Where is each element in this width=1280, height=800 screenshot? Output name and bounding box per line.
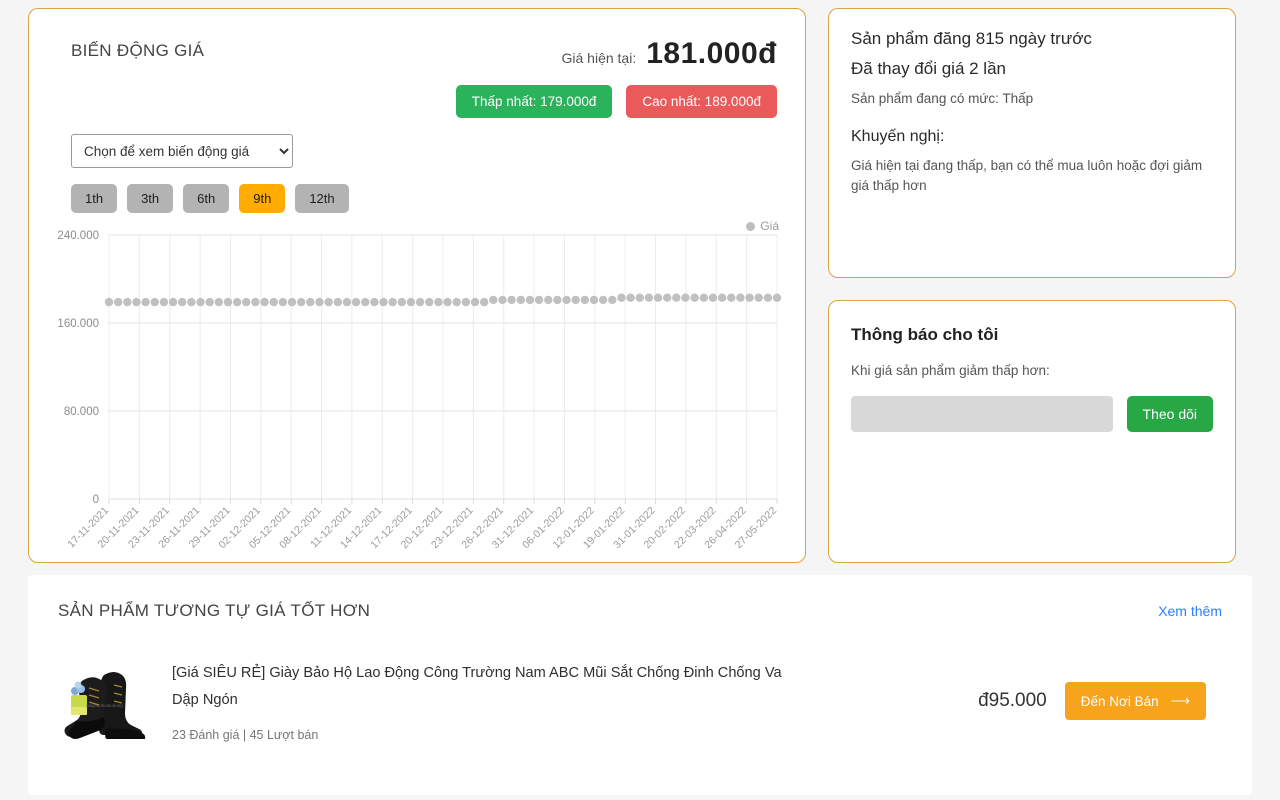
similar-products-header: SẢN PHẨM TƯƠNG TỰ GIÁ TỐT HƠN Xem thêm: [58, 601, 1222, 621]
notify-form-row: Theo dõi: [851, 396, 1213, 432]
similar-products-card: SẢN PHẨM TƯƠNG TỰ GIÁ TỐT HƠN Xem thêm g…: [28, 575, 1252, 795]
svg-text:0: 0: [93, 494, 99, 506]
posted-days-text: Sản phẩm đăng 815 ngày trước: [851, 29, 1092, 48]
svg-text:80.000: 80.000: [64, 406, 99, 418]
svg-text:160.000: 160.000: [57, 318, 99, 330]
notify-title: Thông báo cho tôi: [851, 325, 999, 344]
price-variation-select[interactable]: Chọn để xem biến động giá: [71, 134, 293, 168]
notify-card: Thông báo cho tôi Khi giá sản phẩm giảm …: [828, 300, 1236, 563]
range-pill-1th[interactable]: 1th: [71, 184, 118, 213]
page-title: BIẾN ĐỘNG GIÁ: [71, 41, 205, 60]
product-title[interactable]: [Giá SIÊU RẺ] Giày Bảo Hộ Lao Động Công …: [172, 660, 812, 714]
range-pill-12th[interactable]: 12th: [295, 184, 349, 213]
product-price: đ95.000: [978, 690, 1047, 711]
see-more-link[interactable]: Xem thêm: [1158, 603, 1222, 619]
notify-price-input[interactable]: [851, 396, 1113, 432]
lowest-price-badge: Thấp nhất: 179.000đ: [455, 85, 613, 118]
range-pill-3th[interactable]: 3th: [127, 184, 174, 213]
go-to-store-button[interactable]: Đến Nơi Bán ⟶: [1064, 682, 1206, 720]
top-row: BIẾN ĐỘNG GIÁ Giá hiện tại: 181.000đ Thấ…: [0, 0, 1280, 563]
similar-products-title: SẢN PHẨM TƯƠNG TỰ GIÁ TỐT HƠN: [58, 601, 371, 620]
arrow-right-icon: ⟶: [1170, 693, 1190, 708]
product-action-group: đ95.000 Đến Nơi Bán ⟶: [978, 682, 1222, 720]
highest-price-badge: Cao nhất: 189.000đ: [626, 85, 777, 118]
price-chart-plot: Giá 0 80.000 160.000 240.000 17-11-2021 20-11…: [51, 219, 785, 587]
range-pill-6th[interactable]: 6th: [183, 184, 230, 213]
boots-image: giaybaoholaodong: [58, 655, 154, 747]
range-select-wrap: Chọn để xem biến động giá: [71, 134, 783, 168]
notify-subtitle: Khi giá sản phẩm giảm thấp hơn:: [851, 363, 1050, 378]
chart-header: BIẾN ĐỘNG GIÁ Giá hiện tại: 181.000đ Thấ…: [51, 27, 783, 118]
svg-text:240.000: 240.000: [57, 230, 99, 242]
product-info: [Giá SIÊU RẺ] Giày Bảo Hộ Lao Động Công …: [172, 660, 812, 742]
product-info-card: Sản phẩm đăng 815 ngày trước Đã thay đổi…: [828, 8, 1236, 278]
svg-text:giaybaoholaodong: giaybaoholaodong: [86, 703, 123, 708]
go-to-store-label: Đến Nơi Bán: [1080, 693, 1159, 709]
recommendation-body: Giá hiện tại đang thấp, bạn có thể mua l…: [851, 158, 1203, 194]
follow-button[interactable]: Theo dõi: [1126, 396, 1213, 432]
current-price-label: Giá hiện tại:: [561, 50, 637, 66]
product-thumbnail: giaybaoholaodong: [58, 655, 154, 747]
right-column: Sản phẩm đăng 815 ngày trước Đã thay đổi…: [828, 8, 1236, 563]
price-history-page: BIẾN ĐỘNG GIÁ Giá hiện tại: 181.000đ Thấ…: [0, 0, 1280, 800]
price-change-count-text: Đã thay đổi giá 2 lần: [851, 59, 1006, 78]
current-price-value: 181.000đ: [646, 37, 777, 70]
product-meta: 23 Đánh giá | 45 Lượt bán: [172, 727, 319, 742]
current-price-block: Giá hiện tại: 181.000đ Thấp nhất: 179.00…: [455, 37, 777, 118]
price-level-text: Sản phẩm đang có mức: Thấp: [851, 91, 1034, 106]
price-chart-card: BIẾN ĐỘNG GIÁ Giá hiện tại: 181.000đ Thấ…: [28, 8, 806, 563]
range-pill-group: 1th 3th 6th 9th 12th: [71, 184, 783, 213]
recommendation-title: Khuyến nghị:: [851, 128, 945, 145]
list-item[interactable]: giaybaoholaodong [Giá SIÊU RẺ] Giày Bảo …: [58, 655, 1222, 747]
range-pill-9th[interactable]: 9th: [239, 184, 286, 213]
chart-svg: 080.000160.000240.00017-11-202120-11-202…: [57, 230, 782, 551]
